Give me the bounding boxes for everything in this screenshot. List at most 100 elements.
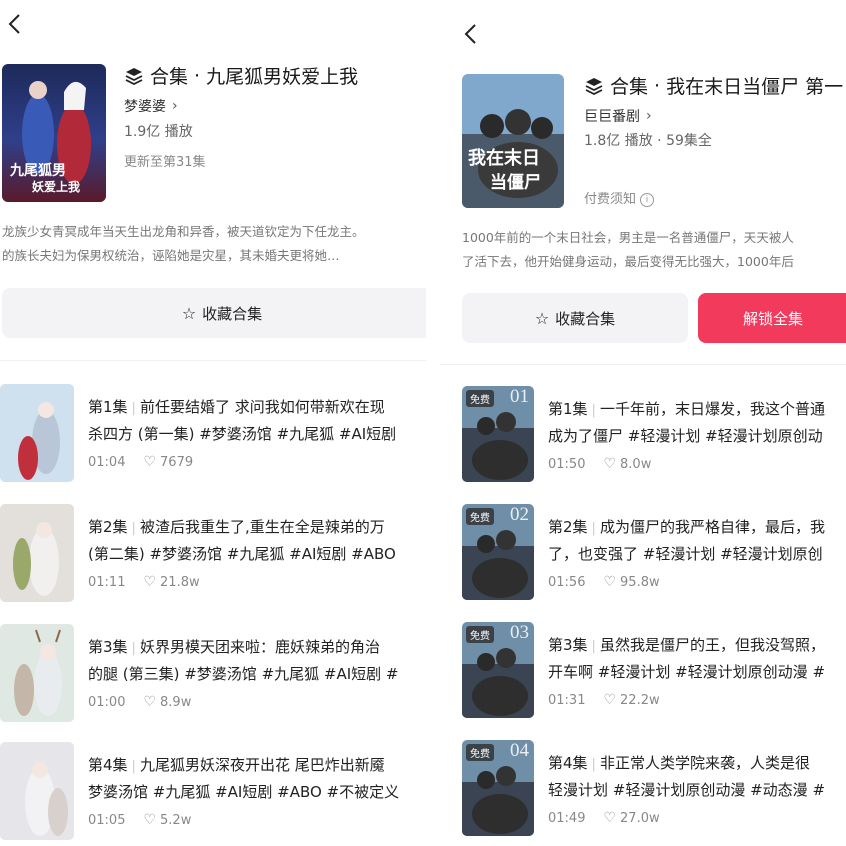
free-badge: 免费 (466, 508, 494, 525)
episode-likes: 27.0w (620, 810, 660, 826)
collection-prefix: 合集 (150, 66, 189, 88)
episode-number: 第1集 (548, 400, 588, 418)
episode-likes: 8.0w (620, 456, 652, 472)
episode-item[interactable]: 免费 02 第2集 | 成为僵尸的我严格自律，最后，我 了，也变强了 #轻漫计划 #… (440, 504, 846, 604)
episode-title: 虽然我是僵尸的王，但我没驾照， (599, 636, 825, 654)
episode-item[interactable]: 免费 03 第3集 | 虽然我是僵尸的王，但我没驾照， 开车啊 #轻漫计划 #轻漫计… (440, 622, 846, 722)
heart-icon: ♡ (143, 574, 157, 590)
favorite-collection-button[interactable]: ☆ 收藏合集 (462, 293, 688, 343)
free-badge: 免费 (466, 744, 494, 761)
payment-notice-label: 付费须知 (584, 192, 637, 207)
favorite-label: 收藏合集 (555, 309, 616, 328)
author-link[interactable]: 梦婆婆 › (124, 96, 178, 116)
episode-tags: 的腿 (第三集) #梦婆汤馆 #九尾狐 #AI短剧 # (88, 665, 399, 683)
episode-duration: 01:49 (548, 810, 586, 826)
episode-thumbnail: 免费 02 (462, 504, 534, 600)
episode-title: 九尾狐男妖深夜开出花 尾巴炸出新魇 (139, 756, 385, 774)
episode-item[interactable]: 第1集 | 前任要结婚了 求问我如何带新欢在现 杀四方 (第一集) #梦婆汤馆 #九… (0, 384, 426, 484)
episode-duration: 01:31 (548, 692, 586, 708)
episode-title: 妖界男模天团来啦：鹿妖辣弟的角治 (139, 638, 380, 656)
heart-icon: ♡ (603, 574, 617, 590)
view-count: 1.8亿 播放 · 59集全 (584, 133, 712, 149)
cover-title-line1: 九尾狐男 (10, 163, 66, 179)
episode-badge-number: 02 (510, 504, 529, 525)
section-divider (440, 364, 846, 365)
left-collection-screen: 九尾狐男 妖爱上我 合集 · 九尾狐男妖爱上我 梦婆婆 › 1.9亿 播放 更新… (0, 0, 426, 846)
collection-cover: 九尾狐男 妖爱上我 (2, 64, 106, 202)
free-badge: 免费 (466, 626, 494, 643)
episode-item[interactable]: 第2集 | 被渣后我重生了,重生在全是辣弟的万 (第二集) #梦婆汤馆 #九尾狐 #… (0, 504, 426, 604)
episode-title: 一千年前，末日爆发，我这个普通 (599, 400, 825, 418)
episode-title: 非正常人类学院来袭，人类是很 (599, 754, 810, 772)
episode-tags: (第二集) #梦婆汤馆 #九尾狐 #AI短剧 #ABO (88, 545, 396, 563)
author-name: 梦婆婆 (124, 99, 166, 115)
episode-number: 第4集 (548, 754, 588, 772)
free-badge: 免费 (466, 390, 494, 407)
episode-tags: 成为了僵尸 #轻漫计划 #轻漫计划原创动 (548, 427, 823, 445)
episode-item[interactable]: 免费 04 第4集 | 非正常人类学院来袭，人类是很 轻漫计划 #轻漫计划原创动漫 … (440, 740, 846, 840)
episode-tags: 开车啊 #轻漫计划 #轻漫计划原创动漫 # (548, 663, 826, 681)
view-count: 1.9亿 播放 (124, 124, 193, 140)
collection-name: 九尾狐男妖爱上我 (206, 66, 359, 88)
episode-item[interactable]: 第3集 | 妖界男模天团来啦：鹿妖辣弟的角治 的腿 (第三集) #梦婆汤馆 #九尾狐… (0, 624, 426, 724)
episode-likes: 7679 (160, 454, 194, 470)
episode-number: 第4集 (88, 756, 128, 774)
episode-thumbnail: 免费 03 (462, 622, 534, 718)
episode-thumbnail (0, 624, 74, 722)
episode-item[interactable]: 免费 01 第1集 | 一千年前，末日爆发，我这个普通 成为了僵尸 #轻漫计划 #轻… (440, 386, 846, 486)
episode-number: 第3集 (88, 638, 128, 656)
collection-prefix: 合集 (610, 76, 649, 98)
episode-likes: 5.2w (160, 812, 192, 828)
episode-thumbnail (0, 742, 74, 840)
collection-title: 合集 · 九尾狐男妖爱上我 (124, 62, 358, 89)
star-outline-icon: ☆ (534, 308, 550, 328)
description-line1: 1000年前的一个末日社会，男主是一名普通僵尸，天天被人 (462, 230, 794, 245)
back-arrow-icon[interactable] (4, 12, 28, 36)
episode-duration: 01:50 (548, 456, 586, 472)
chevron-right-icon: › (646, 108, 652, 124)
episode-tags: 梦婆汤馆 #九尾狐 #AI短剧 #ABO #不被定义 (88, 783, 400, 801)
cover-title-line1: 我在末日 (468, 148, 540, 169)
episode-duration: 01:05 (88, 812, 126, 828)
heart-icon: ♡ (143, 812, 157, 828)
update-status: 更新至第31集 (124, 155, 206, 170)
episode-title: 前任要结婚了 求问我如何带新欢在现 (139, 398, 385, 416)
episode-number: 第1集 (88, 398, 128, 416)
collection-cover: 我在末日 当僵尸 (462, 74, 564, 208)
right-collection-screen: 我在末日 当僵尸 合集 · 我在末日当僵尸 第一 巨巨番剧 › 1.8亿 播放 … (440, 0, 846, 846)
episode-duration: 01:04 (88, 454, 126, 470)
episode-tags: 轻漫计划 #轻漫计划原创动漫 #动态漫 # (548, 781, 826, 799)
panel-gap (426, 0, 440, 846)
layers-icon (585, 77, 603, 95)
episode-duration: 01:00 (88, 694, 126, 710)
heart-icon: ♡ (603, 810, 617, 826)
section-divider (0, 360, 426, 361)
author-link[interactable]: 巨巨番剧 › (584, 106, 652, 126)
episode-badge-number: 01 (510, 386, 529, 407)
description-line1: 龙族少女青冥成年当天生出龙角和异香，被天道钦定为下任龙主。 (2, 224, 365, 239)
episode-number: 第2集 (548, 518, 588, 536)
description-line2: 的族长夫妇为保男权统治，诬陷她是灾星，其未婚夫更将她… (2, 248, 340, 263)
episode-thumbnail (0, 384, 74, 482)
episode-thumbnail: 免费 04 (462, 740, 534, 836)
payment-notice-link[interactable]: 付费须知 i (584, 188, 655, 207)
info-icon: i (640, 192, 655, 207)
episode-duration: 01:11 (88, 574, 126, 590)
chevron-right-icon: › (172, 98, 178, 114)
episode-likes: 8.9w (160, 694, 192, 710)
back-arrow-icon[interactable] (460, 22, 484, 46)
episode-likes: 22.2w (620, 692, 660, 708)
unlock-all-button[interactable]: 解锁全集 (698, 293, 846, 343)
episode-badge-number: 04 (510, 740, 529, 761)
favorite-collection-button[interactable]: ☆ 收藏合集 (2, 288, 426, 338)
unlock-label: 解锁全集 (742, 309, 803, 328)
episode-tags: 杀四方 (第一集) #梦婆汤馆 #九尾狐 #AI短剧 (88, 425, 397, 443)
episode-badge-number: 03 (510, 622, 529, 643)
description-line2: 了活下去，他开始健身运动，最后变得无比强大，1000年后 (462, 254, 794, 269)
heart-icon: ♡ (603, 692, 617, 708)
episode-thumbnail (0, 504, 74, 602)
favorite-label: 收藏合集 (202, 304, 263, 323)
episode-duration: 01:56 (548, 574, 586, 590)
title-dot: · (654, 74, 661, 97)
episode-item[interactable]: 第4集 | 九尾狐男妖深夜开出花 尾巴炸出新魇 梦婆汤馆 #九尾狐 #AI短剧 #A… (0, 742, 426, 842)
